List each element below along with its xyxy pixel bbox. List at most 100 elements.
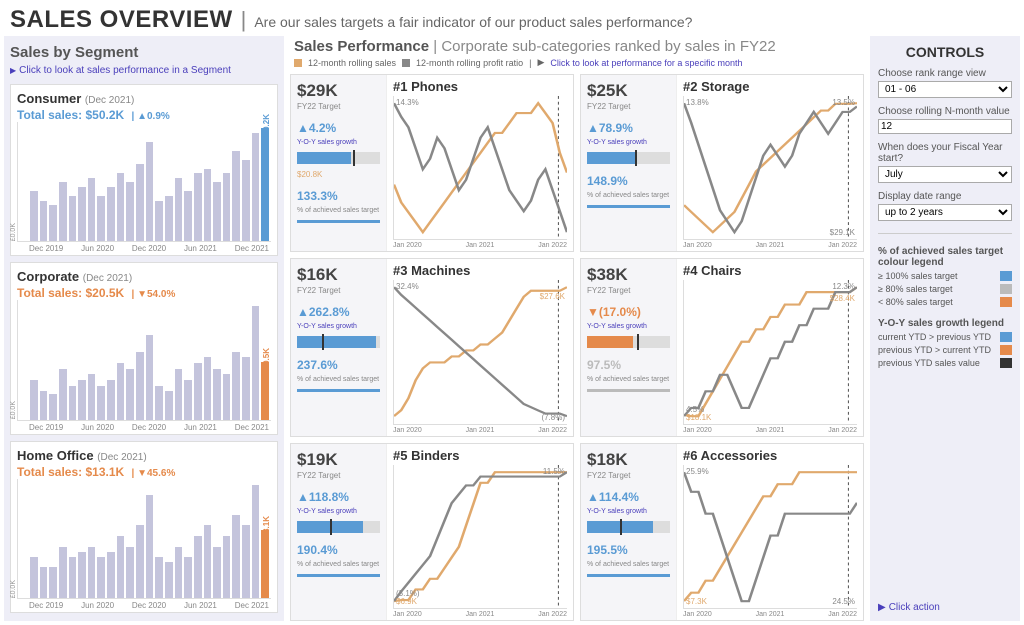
bar <box>175 369 183 420</box>
segment-card-consumer[interactable]: Consumer (Dec 2021) Total sales: $50.2K … <box>10 84 278 256</box>
bar <box>232 352 240 420</box>
growth-bar <box>297 152 380 164</box>
perf-card-3[interactable]: $16K FY22 Target ▲262.8% Y-O-Y sales gro… <box>290 258 574 436</box>
target-value: $19K <box>297 450 380 470</box>
bar <box>49 394 57 420</box>
legend-item: ≥ 80% sales target <box>878 284 1012 294</box>
achieved-value: 190.4% <box>297 543 380 557</box>
bar <box>232 151 240 242</box>
target-label: FY22 Target <box>587 286 670 295</box>
segment-name: Home Office (Dec 2021) <box>17 448 271 463</box>
perf-card-1[interactable]: $29K FY22 Target ▲4.2% Y-O-Y sales growt… <box>290 74 574 252</box>
growth-value: ▲114.4% <box>587 490 670 504</box>
segments-hint[interactable]: Click to look at sales performance in a … <box>10 65 278 76</box>
target-value: $18K <box>587 450 670 470</box>
perf-card-5[interactable]: $19K FY22 Target ▲118.8% Y-O-Y sales gro… <box>290 443 574 621</box>
legend-item: < 80% sales target <box>878 297 1012 307</box>
mini-chart: 11.5%(3.1%)$6.9K <box>393 465 567 609</box>
bar <box>59 369 67 420</box>
control-fy-select[interactable]: July <box>878 166 1012 183</box>
performance-legend: 12-month rolling sales 12-month rolling … <box>294 57 860 68</box>
segment-card-corporate[interactable]: Corporate (Dec 2021) Total sales: $20.5K… <box>10 262 278 434</box>
card-metrics: $25K FY22 Target ▲78.9% Y-O-Y sales grow… <box>581 75 677 251</box>
play-icon <box>10 65 16 76</box>
mini-axis: Jan 2020Jan 2021Jan 2022 <box>683 425 857 434</box>
growth-label: Y-O-Y sales growth <box>297 139 380 146</box>
page-title: SALES OVERVIEW <box>10 6 233 34</box>
bar <box>136 352 144 420</box>
target-label: FY22 Target <box>297 102 380 111</box>
target-value: $25K <box>587 81 670 101</box>
card-metrics: $38K FY22 Target ▼(17.0%) Y-O-Y sales gr… <box>581 259 677 435</box>
card-title: #4 Chairs <box>683 263 857 278</box>
legend-item: previous YTD > current YTD <box>878 345 1012 355</box>
legend-swatch-sales <box>294 59 302 67</box>
bar <box>165 391 173 419</box>
bar <box>40 391 48 419</box>
segment-chart: £0.0K £20.5K <box>17 300 271 420</box>
growth-bar <box>587 152 670 164</box>
bar <box>49 567 57 598</box>
perf-card-6[interactable]: $18K FY22 Target ▲114.4% Y-O-Y sales gro… <box>580 443 864 621</box>
bar <box>59 182 67 241</box>
growth-label: Y-O-Y sales growth <box>587 323 670 330</box>
card-title: #1 Phones <box>393 79 567 94</box>
control-rolling-label: Choose rolling N-month value <box>878 106 1012 117</box>
bar <box>69 557 77 598</box>
click-action[interactable]: ▶ Click action <box>878 602 1012 613</box>
bar <box>213 369 221 420</box>
bar <box>30 557 38 598</box>
perf-card-2[interactable]: $25K FY22 Target ▲78.9% Y-O-Y sales grow… <box>580 74 864 252</box>
mini-chart: 13.8%13.5%$29.1K <box>683 96 857 240</box>
legend-link[interactable]: Click to look at performance for a speci… <box>550 58 742 68</box>
bar <box>194 536 202 598</box>
bar <box>97 196 105 241</box>
mini-chart: 32.4%(7.8%)$27.6K <box>393 280 567 424</box>
achieved-label: % of achieved sales target <box>587 376 670 383</box>
bar <box>97 386 105 420</box>
bar <box>252 485 260 598</box>
page-header: SALES OVERVIEW | Are our sales targets a… <box>0 0 1024 36</box>
bar <box>117 536 125 598</box>
bar <box>252 306 260 419</box>
bar <box>184 380 192 420</box>
control-daterange-select[interactable]: up to 2 years <box>878 204 1012 221</box>
bar <box>126 369 134 420</box>
perf-card-4[interactable]: $38K FY22 Target ▼(17.0%) Y-O-Y sales gr… <box>580 258 864 436</box>
card-title: #6 Accessories <box>683 448 857 463</box>
divider <box>878 233 1012 234</box>
bar <box>78 552 86 598</box>
bar <box>146 335 154 420</box>
bar <box>136 164 144 241</box>
growth-value: ▲262.8% <box>297 305 380 319</box>
page-subtitle: Are our sales targets a fair indicator o… <box>254 14 692 30</box>
control-rolling-input[interactable] <box>878 119 1012 134</box>
growth-bar <box>587 521 670 533</box>
card-chart-area: #6 Accessories 25.9%24.5%$7.3K Jan 2020J… <box>677 444 863 620</box>
segment-card-home-office[interactable]: Home Office (Dec 2021) Total sales: $13.… <box>10 441 278 613</box>
card-metrics: $18K FY22 Target ▲114.4% Y-O-Y sales gro… <box>581 444 677 620</box>
control-daterange-label: Display date range <box>878 191 1012 202</box>
segments-container: Consumer (Dec 2021) Total sales: $50.2K … <box>10 84 278 613</box>
growth-bar <box>297 336 380 348</box>
bar <box>213 547 221 598</box>
achieved-bar <box>587 389 670 392</box>
segment-axis: Dec 2019Jun 2020Dec 2020Jun 2021Dec 2021 <box>17 421 271 432</box>
growth-value: ▼(17.0%) <box>587 305 670 319</box>
bar <box>30 380 38 420</box>
segment-name: Consumer (Dec 2021) <box>17 91 271 106</box>
bar <box>107 552 115 598</box>
achieved-bar <box>587 205 670 208</box>
bar <box>97 557 105 598</box>
mini-chart: 14.3% <box>393 96 567 240</box>
bar <box>146 495 154 598</box>
bar <box>69 386 77 420</box>
bar <box>194 363 202 420</box>
bar <box>30 191 38 241</box>
card-metrics: $29K FY22 Target ▲4.2% Y-O-Y sales growt… <box>291 75 387 251</box>
mini-axis: Jan 2020Jan 2021Jan 2022 <box>683 609 857 618</box>
bar <box>165 196 173 241</box>
achieved-bar <box>297 220 380 223</box>
control-rank-select[interactable]: 01 - 06 <box>878 81 1012 98</box>
card-metrics: $19K FY22 Target ▲118.8% Y-O-Y sales gro… <box>291 444 387 620</box>
